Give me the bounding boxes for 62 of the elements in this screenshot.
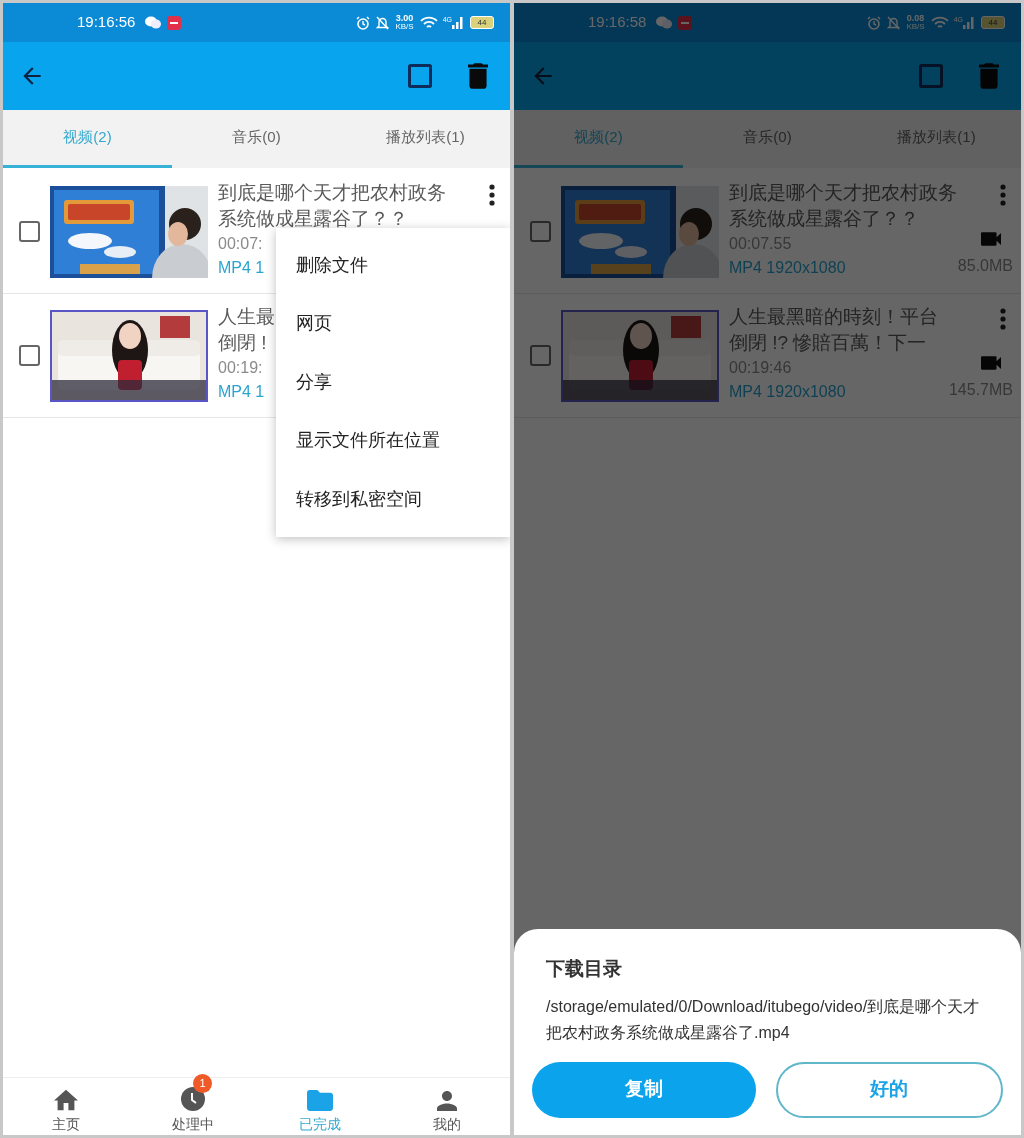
menu-item[interactable]: 显示文件所在位置 bbox=[276, 411, 510, 470]
home-icon bbox=[54, 1089, 79, 1111]
tab[interactable]: 音乐(0) bbox=[172, 110, 341, 168]
battery-indicator: 44 bbox=[981, 16, 1005, 29]
status-time: 19:16:56 bbox=[77, 12, 136, 33]
video-format: MP4 1 bbox=[218, 382, 265, 402]
video-title: 到底是哪个天才把农村政务 bbox=[729, 181, 957, 205]
signal-icon bbox=[963, 16, 975, 29]
wifi-icon bbox=[930, 16, 949, 29]
battery-indicator: 44 bbox=[470, 16, 494, 29]
video-title: 人生最黑暗的時刻！平台 bbox=[729, 305, 938, 329]
network-speed-unit: KB/S bbox=[395, 23, 414, 31]
tab[interactable]: 播放列表(1) bbox=[341, 110, 510, 168]
alarm-icon bbox=[356, 15, 371, 30]
network-speed: 3.00 bbox=[395, 14, 414, 23]
video-camera-icon bbox=[981, 356, 1001, 370]
nav-tab[interactable]: 已完成 bbox=[256, 1078, 384, 1135]
menu-item[interactable]: 网页 bbox=[276, 294, 510, 353]
wifi-icon bbox=[419, 16, 438, 29]
ok-button[interactable]: 好的 bbox=[775, 1061, 1003, 1118]
video-title: 系统做成星露谷了？？ bbox=[729, 207, 919, 231]
video-title: 到底是哪个天才把农村政务 bbox=[218, 181, 446, 205]
person-icon bbox=[436, 1091, 457, 1111]
checkbox[interactable] bbox=[530, 345, 551, 366]
video-title: 人生最 bbox=[218, 305, 275, 329]
network-speed-unit: KB/S bbox=[906, 23, 925, 31]
checkbox[interactable] bbox=[19, 345, 40, 366]
more-options-icon[interactable] bbox=[489, 184, 495, 206]
video-title: 系统做成星露谷了？？ bbox=[218, 207, 408, 231]
chat-app-icon bbox=[145, 16, 162, 29]
alarm-icon bbox=[867, 15, 882, 30]
signal-icon bbox=[452, 16, 464, 29]
download-path: /storage/emulated/0/Download/itubego/video/到底是哪个天才把农村政务系统做成星露谷了.mp4 bbox=[546, 996, 981, 1043]
notification-badge: 1 bbox=[193, 1074, 213, 1093]
clock-icon bbox=[181, 1087, 206, 1111]
mute-bell-icon bbox=[376, 15, 390, 30]
trash-icon[interactable] bbox=[468, 63, 488, 89]
checkbox[interactable] bbox=[530, 221, 551, 242]
status-time: 19:16:58 bbox=[588, 12, 647, 33]
video-format: MP4 1 bbox=[218, 258, 265, 278]
video-format: MP4 1920x1080 bbox=[729, 382, 846, 402]
mute-bell-icon bbox=[887, 15, 901, 30]
menu-item[interactable]: 删除文件 bbox=[276, 236, 510, 295]
nav-tab[interactable]: 我的 bbox=[383, 1078, 510, 1135]
checkbox[interactable] bbox=[19, 221, 40, 242]
video-title: 倒閉 ! bbox=[218, 331, 267, 355]
app-notification-icon bbox=[678, 15, 693, 30]
select-all-icon[interactable] bbox=[408, 64, 432, 88]
video-duration: 00:07: bbox=[218, 234, 263, 254]
chat-app-icon bbox=[656, 16, 673, 29]
app-notification-icon bbox=[167, 15, 182, 30]
menu-item[interactable]: 转移到私密空间 bbox=[276, 470, 510, 529]
menu-item[interactable]: 分享 bbox=[276, 353, 510, 412]
video-format: MP4 1920x1080 bbox=[729, 258, 846, 278]
nav-tab[interactable]: 主页 bbox=[3, 1078, 130, 1135]
video-title: 倒閉 !? 慘賠百萬！下一 bbox=[729, 331, 927, 355]
sheet-title: 下载目录 bbox=[546, 957, 623, 981]
copy-button[interactable]: 复制 bbox=[532, 1061, 756, 1118]
video-camera-icon bbox=[981, 232, 1001, 246]
folder-icon bbox=[306, 1090, 333, 1111]
network-speed: 0.08 bbox=[906, 14, 925, 23]
video-duration: 00:19: bbox=[218, 358, 263, 378]
